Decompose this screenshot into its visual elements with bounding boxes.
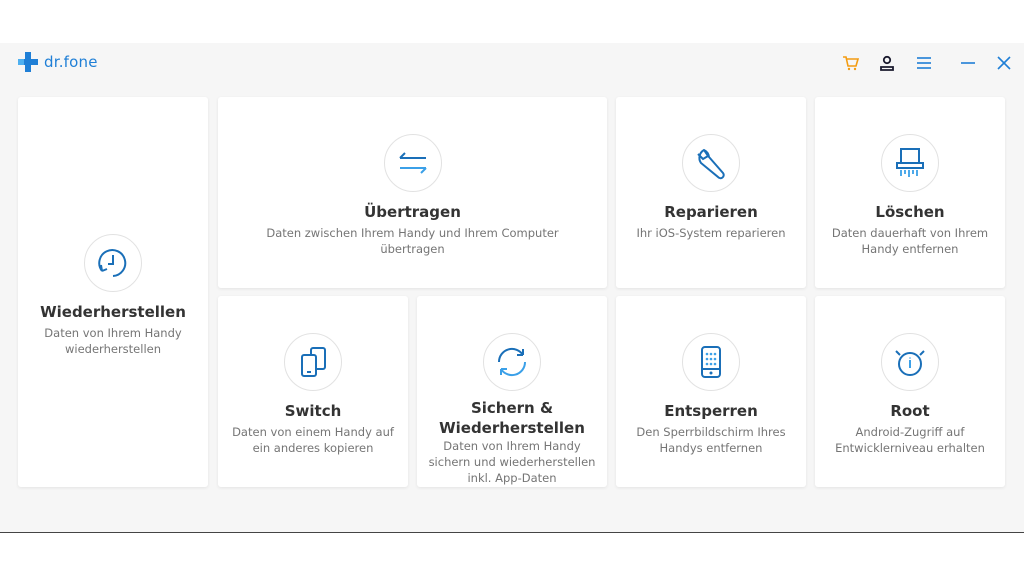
card-icon-circle	[682, 333, 740, 391]
card-description: Android-Zugriff auf Entwicklerniveau erh…	[835, 425, 985, 455]
card-title: Reparieren	[664, 203, 758, 221]
card-icon-circle	[483, 333, 541, 391]
cart-button[interactable]	[840, 52, 862, 74]
card-description: Daten von Ihrem Handy sichern und wieder…	[428, 439, 596, 485]
menu-button[interactable]	[913, 52, 935, 74]
card-erase[interactable]: Löschen Daten dauerhaft von Ihrem Handy …	[815, 97, 1005, 288]
card-description: Den Sperrbildschirm Ihres Handys entfern…	[636, 425, 786, 455]
card-title: Löschen	[875, 203, 945, 221]
wrench-icon	[697, 148, 725, 180]
sync-icon	[497, 347, 527, 377]
title-bar: dr.fone	[0, 43, 1024, 83]
card-backup[interactable]: Sichern & Wiederherstellen Daten von Ihr…	[417, 296, 607, 487]
card-icon-circle	[383, 134, 442, 192]
card-transfer[interactable]: Übertragen Daten zwischen Ihrem Handy un…	[218, 97, 607, 288]
card-icon-circle	[84, 234, 142, 292]
card-description: Daten von einem Handy auf ein anderes ko…	[232, 425, 394, 455]
transfer-arrows-icon	[398, 152, 427, 174]
card-title: Switch	[284, 402, 342, 420]
card-recover[interactable]: Wiederherstellen Daten von Ihrem Handy w…	[18, 97, 208, 487]
minimize-icon	[961, 62, 975, 64]
root-icon	[895, 350, 925, 376]
close-button[interactable]	[993, 52, 1015, 74]
cart-icon	[843, 56, 860, 71]
card-description: Ihr iOS-System reparieren	[636, 226, 786, 240]
card-title: Root	[890, 402, 930, 420]
card-title: Sichern & Wiederherstellen	[439, 399, 585, 437]
app-name: dr.fone	[44, 53, 98, 71]
card-icon-circle	[284, 333, 342, 391]
card-description: Daten dauerhaft von Ihrem Handy entferne…	[831, 226, 989, 256]
card-title: Übertragen	[364, 203, 461, 221]
phone-switch-icon	[301, 347, 326, 377]
clock-icon	[98, 249, 127, 277]
user-icon	[880, 55, 894, 71]
card-unlock[interactable]: Entsperren Den Sperrbildschirm Ihres Han…	[616, 296, 806, 487]
close-icon	[997, 56, 1011, 70]
account-button[interactable]	[876, 52, 898, 74]
card-repair[interactable]: Reparieren Ihr iOS-System reparieren	[616, 97, 806, 288]
menu-icon	[917, 57, 931, 69]
app-window: dr.fone Wiederherstellen Daten von Ihrem…	[0, 43, 1024, 533]
card-description: Daten zwischen Ihrem Handy und Ihrem Com…	[266, 226, 559, 256]
plus-logo-icon	[18, 52, 38, 72]
card-description: Daten von Ihrem Handy wiederherstellen	[44, 326, 182, 356]
app-logo: dr.fone	[17, 51, 98, 73]
card-icon-circle	[881, 134, 939, 192]
card-title: Wiederherstellen	[40, 303, 186, 321]
card-root[interactable]: Root Android-Zugriff auf Entwicklernivea…	[815, 296, 1005, 487]
shredder-icon	[896, 148, 924, 177]
phone-unlock-icon	[701, 346, 721, 378]
card-switch[interactable]: Switch Daten von einem Handy auf ein and…	[218, 296, 408, 487]
card-title: Entsperren	[664, 402, 758, 420]
card-icon-circle	[881, 333, 939, 391]
card-icon-circle	[682, 134, 740, 192]
minimize-button[interactable]	[957, 52, 979, 74]
